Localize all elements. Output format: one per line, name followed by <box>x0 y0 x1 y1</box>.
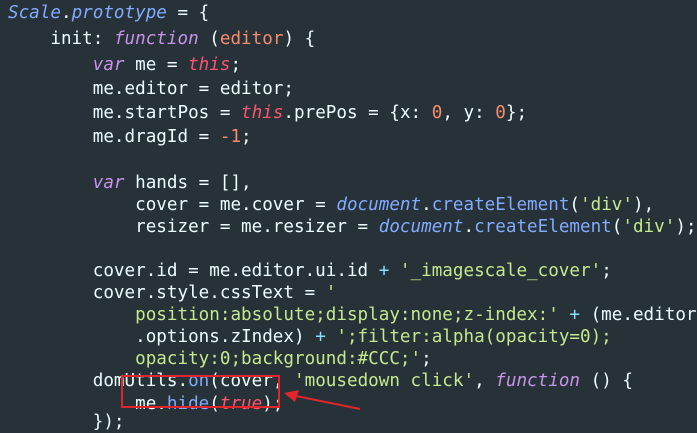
code-line-5: me.startPos = this.prePos = {x: 0, y: 0}… <box>8 103 528 123</box>
code-line-12: cover.id = me.editor.ui.id + '_imagescal… <box>8 261 612 281</box>
code-line-16: opacity:0;background:#CCC;'; <box>135 349 432 369</box>
code-line-14: position:absolute;display:none;z-index:'… <box>135 305 697 325</box>
code-editor[interactable]: Scale.prototype = { init: function (edit… <box>0 0 697 432</box>
code-line-13: cover.style.cssText = ' <box>8 283 337 303</box>
code-line-1: Scale.prototype = { <box>8 3 210 23</box>
code-line-6: me.dragId = -1; <box>8 127 252 147</box>
code-line-10: resizer = me.resizer = document.createEl… <box>8 217 697 237</box>
code-line-4: me.editor = editor; <box>8 79 294 99</box>
code-line-9: cover = me.cover = document.createElemen… <box>8 195 655 215</box>
code-line-15: .options.zIndex) + ';filter:alpha(opacit… <box>8 327 612 347</box>
code-line-3: var me = this; <box>92 55 242 75</box>
code-line-2: init: function (editor) { <box>8 29 316 49</box>
code-line-8: var hands = [], <box>92 173 252 193</box>
code-line-19: }); <box>8 412 125 432</box>
highlight-box <box>121 375 280 408</box>
code-line-17: domUtils.on(cover, 'mousedown click', fu… <box>8 371 633 391</box>
